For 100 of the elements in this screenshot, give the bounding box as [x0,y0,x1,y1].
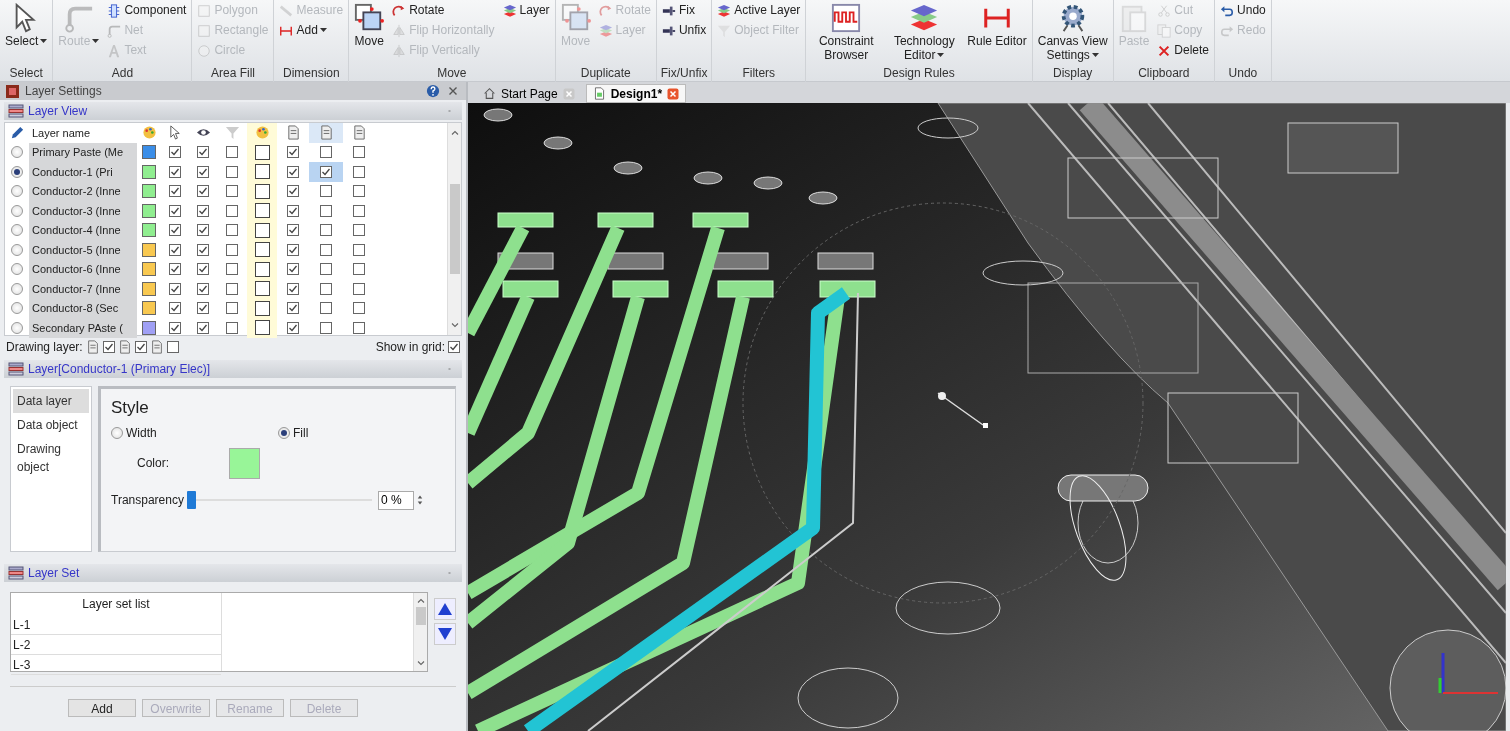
checkbox[interactable] [353,243,365,256]
layer-name[interactable]: Secondary PAste ( [29,318,137,338]
checkbox[interactable] [448,341,460,353]
slider-thumb[interactable] [186,491,196,509]
checkbox[interactable] [353,146,365,159]
ribbon-button[interactable]: Canvas View Settings [1034,0,1111,62]
ribbon-button[interactable]: Rule Editor [964,0,1030,62]
checkbox[interactable] [320,282,332,295]
checkbox[interactable] [197,282,209,295]
ribbon-button[interactable]: Unfix [658,21,710,40]
layer-name[interactable]: Conductor-5 (Inne [29,240,137,260]
checkbox[interactable] [226,282,238,295]
checkbox[interactable] [226,263,238,276]
checkbox[interactable] [197,243,209,256]
ribbon-button[interactable]: Select [2,0,51,62]
scrollbar-thumb[interactable] [449,184,460,274]
checkbox[interactable] [169,321,181,334]
checkbox[interactable] [226,185,238,198]
nav-item[interactable]: Data object [13,413,89,437]
checkbox[interactable] [287,263,299,276]
radio-button[interactable] [11,146,23,159]
layer-name[interactable]: Conductor-3 (Inne [29,201,137,221]
checkbox[interactable] [226,204,238,217]
list-item[interactable]: L-3 [11,655,221,675]
checkbox[interactable] [353,321,365,334]
radio-button[interactable] [11,224,23,237]
checkbox[interactable] [197,263,209,276]
layer-name[interactable]: Conductor-2 (Inne [29,181,137,201]
checkbox[interactable] [169,263,181,276]
scrollbar-thumb[interactable] [415,607,426,625]
checkbox[interactable] [353,282,365,295]
list-item[interactable]: L-1 [11,615,221,635]
checkbox[interactable] [320,243,332,256]
layer-set-button[interactable]: Add [68,699,136,717]
checkbox[interactable] [287,185,299,198]
ribbon-button[interactable]: Add [276,21,347,40]
checkbox[interactable] [197,224,209,237]
radio-button[interactable] [11,204,23,217]
checkbox[interactable] [320,185,332,198]
checkbox[interactable] [134,341,147,353]
checkbox[interactable] [320,146,332,159]
checkbox[interactable] [102,341,115,353]
checkbox[interactable] [320,224,332,237]
move-up-button[interactable] [434,598,456,620]
checkbox[interactable] [287,204,299,217]
radio-button[interactable] [111,426,123,439]
color-swatch[interactable] [142,301,156,316]
checkbox[interactable] [320,263,332,276]
checkbox[interactable] [320,302,332,315]
layer-name[interactable]: Conductor-8 (Sec [29,298,137,318]
ribbon-button[interactable]: Active Layer [714,1,804,20]
ribbon-button[interactable]: Rotate [389,1,498,20]
checkbox[interactable] [197,321,209,334]
checkbox[interactable] [226,302,238,315]
layer-name[interactable]: Primary Paste (Me [29,142,137,162]
layer-name[interactable]: Conductor-1 (Pri [29,162,137,182]
close-icon[interactable] [667,87,680,100]
checkbox[interactable] [353,302,365,315]
checkbox[interactable] [169,165,181,178]
checkbox[interactable] [169,224,181,237]
list-item[interactable]: L-2 [11,635,221,655]
layer-name[interactable]: Conductor-7 (Inne [29,279,137,299]
checkbox[interactable] [166,341,179,353]
checkbox[interactable] [287,321,299,334]
document-tab[interactable]: Design1* [585,84,687,103]
percent-field[interactable]: 0 % [377,490,414,510]
color-swatch[interactable] [142,320,156,335]
checkbox[interactable] [353,165,365,178]
checkbox[interactable] [197,302,209,315]
radio-button[interactable] [278,426,290,439]
checkbox[interactable] [320,321,332,334]
nav-item[interactable]: Drawing object [13,437,89,479]
checkbox[interactable] [169,243,181,256]
move-down-button[interactable] [434,623,456,645]
nav-item[interactable]: Data layer [13,389,89,413]
radio-button[interactable] [11,243,23,256]
checkbox[interactable] [197,185,209,198]
checkbox[interactable] [169,282,181,295]
color-swatch[interactable] [142,164,156,179]
checkbox[interactable] [226,321,238,334]
checkbox[interactable] [287,165,299,178]
checkbox[interactable] [226,165,238,178]
checkbox[interactable] [353,224,365,237]
checkbox[interactable] [169,204,181,217]
color-swatch[interactable] [229,447,260,479]
color-swatch[interactable] [142,184,156,199]
checkbox[interactable] [287,302,299,315]
color-swatch[interactable] [142,281,156,296]
checkbox[interactable] [197,146,209,159]
checkbox[interactable] [169,146,181,159]
checkbox[interactable] [353,204,365,217]
ribbon-button[interactable]: Fix [658,1,710,20]
radio-button[interactable] [11,321,23,334]
checkbox[interactable] [287,282,299,295]
checkbox[interactable] [226,243,238,256]
color-swatch[interactable] [142,223,156,238]
ribbon-button[interactable]: Technology Editor [886,0,963,62]
checkbox[interactable] [287,224,299,237]
color-swatch[interactable] [142,145,156,160]
color-swatch[interactable] [142,242,156,257]
